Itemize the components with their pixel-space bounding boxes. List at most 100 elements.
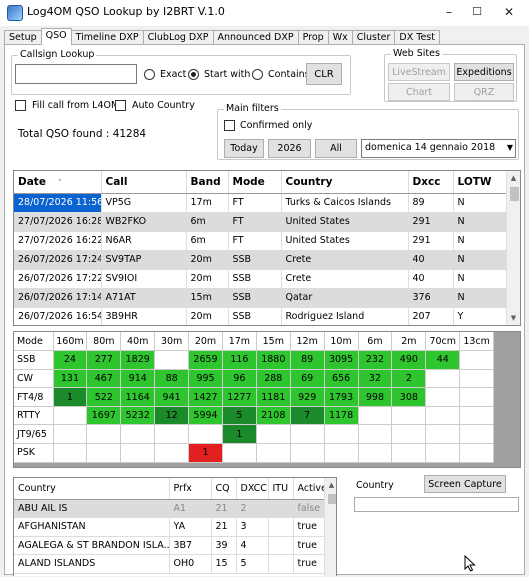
qso-row[interactable]: 27/07/2026 16:28 WB2FKO 6m FT United States 2… <box>14 212 507 232</box>
scroll-down-icon[interactable]: ▼ <box>507 311 520 325</box>
band-count-cell[interactable] <box>256 424 291 445</box>
band-count-cell[interactable] <box>324 424 359 445</box>
band-count-cell[interactable] <box>154 443 190 463</box>
band-count-cell[interactable]: 1880 <box>256 350 291 370</box>
band-count-cell[interactable] <box>222 443 257 463</box>
tab-qso[interactable]: QSO <box>40 28 72 45</box>
band-count-cell[interactable]: 116 <box>222 350 257 370</box>
band-count-cell[interactable]: 232 <box>358 350 393 370</box>
band-count-cell[interactable]: 96 <box>222 369 257 389</box>
col-dxcc[interactable]: Dxcc <box>408 171 454 194</box>
band-count-cell[interactable] <box>154 350 190 370</box>
country-row[interactable]: ABU AIL IS A1 21 2 false <box>14 499 327 518</box>
tab-wx[interactable]: Wx <box>327 30 353 45</box>
band-count-cell[interactable]: 995 <box>188 369 223 389</box>
band-count-cell[interactable] <box>459 443 495 463</box>
scroll-thumb[interactable] <box>510 187 519 201</box>
callsign-input[interactable] <box>15 64 137 84</box>
tab-announced-dxp[interactable]: Announced DXP <box>212 30 299 45</box>
band-count-cell[interactable] <box>391 443 427 463</box>
band-count-cell[interactable] <box>425 406 461 426</box>
band-count-cell[interactable]: 941 <box>154 387 190 407</box>
band-count-cell[interactable]: 490 <box>391 350 427 370</box>
col-mode[interactable]: Mode <box>228 171 282 194</box>
country-row[interactable]: AGALEGA & ST BRANDON ISLA... 3B7 39 4 true <box>14 536 327 555</box>
tab-dx-test[interactable]: DX Test <box>394 30 440 45</box>
band-count-cell[interactable]: 1277 <box>222 387 257 407</box>
band-count-cell[interactable] <box>53 443 88 463</box>
band-count-cell[interactable] <box>290 443 325 463</box>
band-count-cell[interactable] <box>154 424 190 445</box>
start-with-radio[interactable] <box>188 69 199 80</box>
scroll-thumb[interactable] <box>328 494 336 504</box>
band-count-cell[interactable]: 1427 <box>188 387 223 407</box>
band-count-cell[interactable] <box>391 424 427 445</box>
tab-prop[interactable]: Prop <box>297 30 329 45</box>
col-country[interactable]: Country <box>14 478 170 500</box>
confirmed-only-checkbox[interactable] <box>224 120 235 131</box>
chart-button[interactable]: Chart <box>388 83 450 101</box>
band-count-cell[interactable] <box>86 424 122 445</box>
band-count-cell[interactable]: 308 <box>391 387 427 407</box>
country-row[interactable]: AFGHANISTAN YA 21 3 true <box>14 517 327 537</box>
all-button[interactable]: All <box>315 139 357 158</box>
today-button[interactable]: Today <box>224 139 264 158</box>
band-count-cell[interactable]: 3095 <box>324 350 359 370</box>
col-prfx[interactable]: Prfx <box>169 478 212 500</box>
expeditions-button[interactable]: Expeditions <box>454 63 514 81</box>
band-count-cell[interactable] <box>459 350 495 370</box>
band-count-cell[interactable]: 131 <box>53 369 88 389</box>
close-button[interactable]: ✕ <box>500 4 518 20</box>
qso-row[interactable]: 26/07/2026 17:22 SV9IOI 20m SSB Crete 40 N <box>14 269 507 289</box>
band-count-cell[interactable] <box>459 369 495 389</box>
col-dxcc[interactable]: DXCC <box>236 478 269 500</box>
band-count-cell[interactable]: 32 <box>358 369 393 389</box>
band-count-cell[interactable]: 7 <box>290 406 325 426</box>
band-count-cell[interactable]: 1 <box>222 424 257 445</box>
band-count-cell[interactable]: 914 <box>120 369 156 389</box>
col-active[interactable]: Active <box>293 478 327 500</box>
livestream-button[interactable]: LiveStream <box>388 63 450 81</box>
tab-cluster[interactable]: Cluster <box>351 30 396 45</box>
tab-setup[interactable]: Setup <box>4 30 42 45</box>
band-count-cell[interactable] <box>459 424 495 445</box>
band-count-cell[interactable] <box>425 424 461 445</box>
tab-clublog-dxp[interactable]: ClubLog DXP <box>142 30 214 45</box>
qso-row[interactable]: 27/07/2026 16:22 N6AR 6m FT United States 291… <box>14 231 507 251</box>
band-count-cell[interactable]: 1 <box>188 443 223 463</box>
band-count-cell[interactable]: 5 <box>222 406 257 426</box>
band-count-cell[interactable]: 288 <box>256 369 291 389</box>
screen-capture-button[interactable]: Screen Capture <box>424 475 506 493</box>
band-count-cell[interactable]: 1164 <box>120 387 156 407</box>
band-count-cell[interactable]: 5994 <box>188 406 223 426</box>
band-count-cell[interactable]: 1697 <box>86 406 122 426</box>
band-count-cell[interactable] <box>425 387 461 407</box>
band-count-cell[interactable]: 24 <box>53 350 88 370</box>
year-button[interactable]: 2026 <box>268 139 311 158</box>
band-count-cell[interactable]: 89 <box>290 350 325 370</box>
band-count-cell[interactable] <box>358 406 393 426</box>
band-count-cell[interactable]: 929 <box>290 387 325 407</box>
band-count-cell[interactable]: 277 <box>86 350 122 370</box>
band-count-cell[interactable]: 998 <box>358 387 393 407</box>
band-count-cell[interactable]: 1 <box>53 387 88 407</box>
col-date[interactable]: Date ˇ <box>14 171 102 194</box>
qso-row[interactable]: 26/07/2026 17:24 SV9TAP 20m SSB Crete 40 N <box>14 250 507 270</box>
date-picker[interactable]: domenica 14 gennaio 2018 ▼ <box>361 139 516 158</box>
band-count-cell[interactable] <box>120 424 156 445</box>
band-count-cell[interactable] <box>459 406 495 426</box>
band-count-cell[interactable] <box>358 443 393 463</box>
band-count-cell[interactable] <box>425 443 461 463</box>
qso-scrollbar[interactable]: ▲ ▼ <box>506 171 520 325</box>
contains-radio[interactable] <box>252 69 263 80</box>
band-count-cell[interactable] <box>120 443 156 463</box>
band-count-cell[interactable]: 1829 <box>120 350 156 370</box>
qso-row[interactable]: 28/07/2026 11:56 VP5G 17m FT Turks & Caicos … <box>14 193 507 213</box>
band-count-cell[interactable] <box>53 424 88 445</box>
col-cq[interactable]: CQ <box>211 478 237 500</box>
band-count-cell[interactable]: 5232 <box>120 406 156 426</box>
exact-radio[interactable] <box>144 69 155 80</box>
band-count-cell[interactable] <box>188 424 223 445</box>
band-count-cell[interactable]: 44 <box>425 350 461 370</box>
band-count-cell[interactable]: 2108 <box>256 406 291 426</box>
